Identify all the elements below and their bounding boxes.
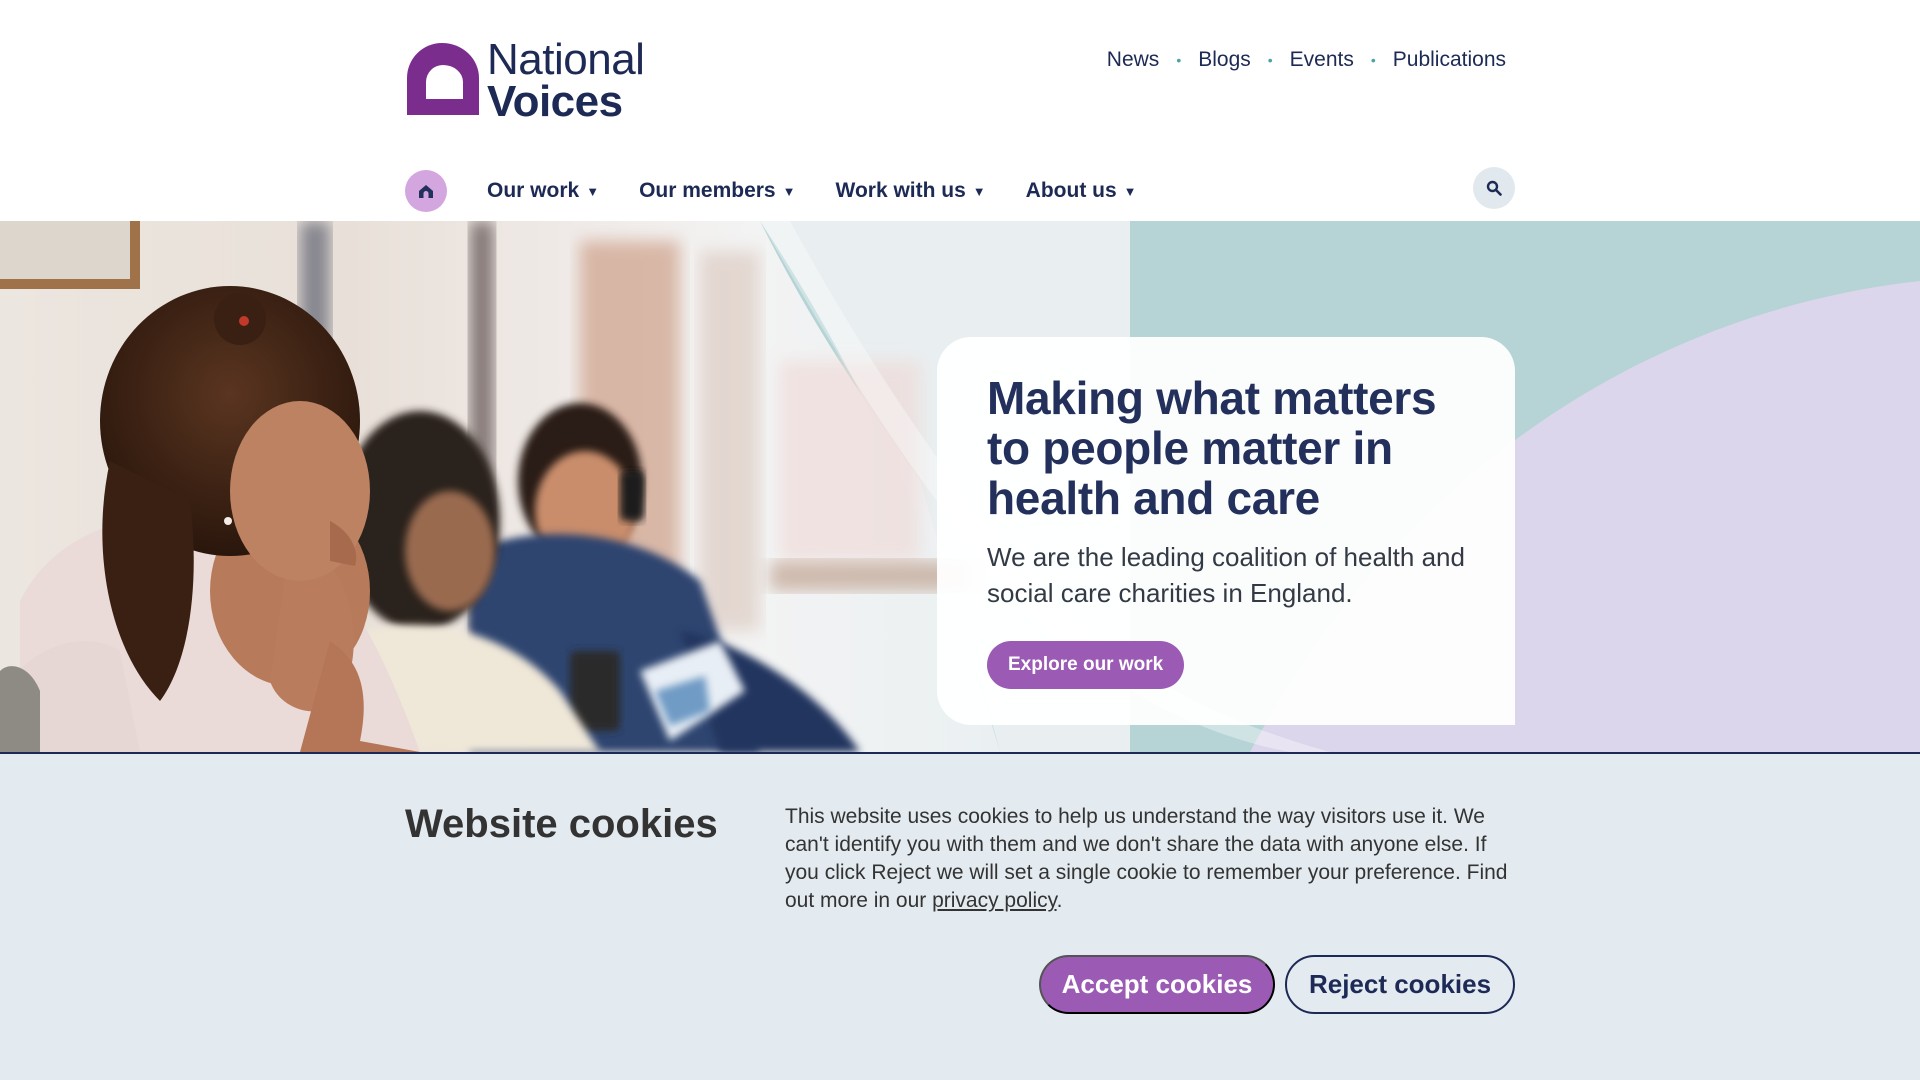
nav-item-label: Our members bbox=[639, 179, 776, 202]
cookie-title: Website cookies bbox=[405, 802, 718, 846]
search-icon bbox=[1486, 180, 1502, 196]
hero-subtitle: We are the leading coalition of health a… bbox=[987, 542, 1465, 608]
hero-section: Making what matters to people matter in … bbox=[0, 221, 1920, 752]
site-header: National Voices News • Blogs • Events • … bbox=[0, 0, 1920, 221]
top-link-news[interactable]: News bbox=[1107, 48, 1160, 72]
logo-text-voices: Voices bbox=[487, 77, 623, 126]
national-voices-logo[interactable]: National Voices bbox=[405, 35, 645, 124]
cookie-text: This website uses cookies to help us und… bbox=[785, 803, 1515, 915]
nav-item-our-members[interactable]: Our members ▼ bbox=[639, 179, 795, 203]
nav-item-our-work[interactable]: Our work ▼ bbox=[487, 179, 599, 203]
nav-item-about-us[interactable]: About us ▼ bbox=[1026, 179, 1137, 203]
hero-title: Making what matters to people matter in … bbox=[987, 372, 1437, 524]
hero-card: Making what matters to people matter in … bbox=[937, 337, 1515, 725]
logo-mark-icon bbox=[407, 43, 479, 115]
cookie-banner: Website cookies This website uses cookie… bbox=[0, 752, 1920, 1080]
top-link-events[interactable]: Events bbox=[1290, 48, 1354, 72]
separator-dot: • bbox=[1370, 52, 1376, 68]
caret-down-icon: ▼ bbox=[1123, 183, 1137, 199]
separator-dot: • bbox=[1176, 52, 1182, 68]
main-nav: Our work ▼ Our members ▼ Work with us ▼ … bbox=[405, 170, 1177, 212]
caret-down-icon: ▼ bbox=[586, 183, 600, 199]
explore-our-work-button[interactable]: Explore our work bbox=[987, 641, 1185, 689]
privacy-policy-link[interactable]: privacy policy bbox=[932, 889, 1056, 912]
search-button[interactable] bbox=[1473, 167, 1515, 209]
logo-text-national: National bbox=[487, 35, 645, 84]
top-link-blogs[interactable]: Blogs bbox=[1198, 48, 1251, 72]
accept-cookies-button[interactable]: Accept cookies bbox=[1039, 955, 1275, 1014]
utility-nav: News • Blogs • Events • Publications bbox=[1107, 48, 1506, 72]
top-link-publications[interactable]: Publications bbox=[1393, 48, 1506, 72]
separator-dot: • bbox=[1267, 52, 1273, 68]
caret-down-icon: ▼ bbox=[972, 183, 986, 199]
home-button[interactable] bbox=[405, 170, 447, 212]
cookie-text-body: This website uses cookies to help us und… bbox=[785, 805, 1508, 912]
reject-cookies-button[interactable]: Reject cookies bbox=[1285, 955, 1515, 1014]
nav-item-work-with-us[interactable]: Work with us ▼ bbox=[836, 179, 986, 203]
caret-down-icon: ▼ bbox=[782, 183, 796, 199]
nav-item-label: About us bbox=[1025, 179, 1117, 202]
nav-item-label: Our work bbox=[487, 179, 580, 202]
nav-item-label: Work with us bbox=[835, 179, 966, 202]
home-icon bbox=[419, 184, 433, 198]
cookie-text-end: . bbox=[1056, 889, 1063, 912]
